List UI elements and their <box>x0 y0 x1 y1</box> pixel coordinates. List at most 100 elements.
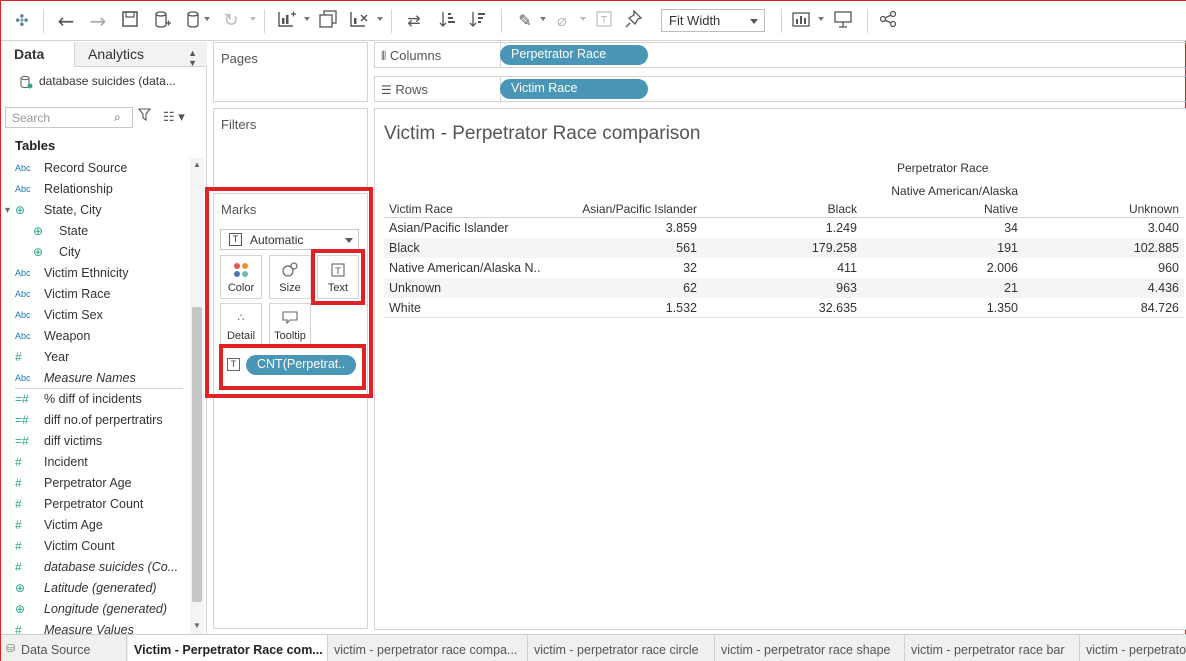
row-header[interactable]: Asian/Pacific Islander <box>389 221 509 235</box>
table-cell[interactable]: 32 <box>683 261 697 275</box>
label-icon[interactable]: T <box>593 10 615 32</box>
rows-pill[interactable]: Victim Race <box>500 79 648 99</box>
field-item[interactable]: ⊕ Longitude (generated) <box>1 599 187 620</box>
annotate-icon[interactable]: ⌀ <box>551 10 573 32</box>
sheet-tab[interactable]: victim - perpetrator race shape <box>715 635 905 661</box>
field-item[interactable]: Abc Victim Ethnicity <box>1 263 187 284</box>
detail-button[interactable]: ∴ Detail <box>220 303 262 347</box>
view-options-icon[interactable]: ☷ ▾ <box>163 109 185 125</box>
field-item[interactable]: # Victim Age <box>1 515 187 536</box>
field-item[interactable]: Abc Weapon <box>1 326 187 347</box>
columns-pill[interactable]: Perpetrator Race <box>500 45 648 65</box>
tab-data[interactable]: Data <box>1 42 74 67</box>
tableau-logo-icon[interactable]: ✣ <box>11 10 33 32</box>
pages-card[interactable]: Pages <box>213 42 368 102</box>
field-item[interactable]: Abc Relationship <box>1 179 187 200</box>
column-header[interactable]: Native American/Alaska <box>891 184 1018 198</box>
field-item[interactable]: # Perpetrator Count <box>1 494 187 515</box>
table-cell[interactable]: 411 <box>837 261 857 275</box>
table-cell[interactable]: 21 <box>1004 281 1018 295</box>
table-cell[interactable]: 2.006 <box>987 261 1018 275</box>
table-cell[interactable]: 4.436 <box>1148 281 1179 295</box>
table-cell[interactable]: 34 <box>1004 221 1018 235</box>
table-cell[interactable]: 32.635 <box>819 301 857 315</box>
pin-icon[interactable] <box>623 9 645 32</box>
clear-icon[interactable] <box>348 10 370 32</box>
presentation-icon[interactable] <box>832 10 854 32</box>
field-item[interactable]: Abc Record Source <box>1 158 187 179</box>
column-header[interactable]: Asian/Pacific Islander <box>582 202 697 216</box>
table-cell[interactable]: 62 <box>683 281 697 295</box>
table-cell[interactable]: 84.726 <box>1141 301 1179 315</box>
scroll-down-icon[interactable]: ▼ <box>193 621 201 630</box>
table-cell[interactable]: 179.258 <box>812 241 857 255</box>
row-header[interactable]: Unknown <box>389 281 441 295</box>
field-item[interactable]: =# % diff of incidents <box>1 389 187 410</box>
scroll-up-icon[interactable]: ▲ <box>193 160 201 169</box>
table-cell[interactable]: 102.885 <box>1134 241 1179 255</box>
table-cell[interactable]: 3.040 <box>1148 221 1179 235</box>
new-worksheet-icon[interactable] <box>276 10 298 32</box>
field-item[interactable]: ⊕ State, City ▾ <box>1 200 187 221</box>
mark-type-select[interactable]: T Automatic <box>220 229 359 250</box>
sheet-tab[interactable]: victim - perpetrato <box>1080 635 1186 661</box>
duplicate-icon[interactable] <box>317 10 339 32</box>
table-cell[interactable]: 1.350 <box>987 301 1018 315</box>
row-header[interactable]: Native American/Alaska N.. <box>389 261 540 275</box>
highlight-icon[interactable]: ✎ <box>514 10 536 32</box>
sort-asc-icon[interactable] <box>437 10 459 32</box>
field-item[interactable]: Abc Victim Race <box>1 284 187 305</box>
tab-analytics[interactable]: Analytics ▲ ▼ <box>74 42 207 68</box>
sheet-tab[interactable]: victim - perpetrator race bar <box>905 635 1080 661</box>
sheet-tab[interactable]: Victim - Perpetrator Race com... <box>128 635 328 661</box>
size-button[interactable]: Size <box>269 255 311 299</box>
tooltip-button[interactable]: Tooltip <box>269 303 311 347</box>
sheet-tab[interactable]: victim - perpetrator race circle <box>528 635 715 661</box>
field-item[interactable]: Abc Victim Sex <box>1 305 187 326</box>
column-header[interactable]: Unknown <box>1129 202 1179 216</box>
sort-desc-icon[interactable] <box>467 10 489 32</box>
column-header[interactable]: Black <box>828 202 857 216</box>
field-item[interactable]: =# diff victims <box>1 431 187 452</box>
field-item[interactable]: =# diff no.of perpertratirs <box>1 410 187 431</box>
table-cell[interactable]: 1.532 <box>666 301 697 315</box>
field-item[interactable]: ⊕ State <box>1 221 187 242</box>
filters-card[interactable]: Filters <box>213 108 368 188</box>
field-item[interactable]: Abc Measure Names <box>1 368 187 389</box>
field-item[interactable]: # Victim Count <box>1 536 187 557</box>
color-button[interactable]: Color <box>220 255 262 299</box>
sheet-tab[interactable]: victim - perpetrator race compa... <box>328 635 528 661</box>
swap-icon[interactable]: ⇄ <box>403 10 425 32</box>
field-item[interactable]: # Perpetrator Age <box>1 473 187 494</box>
filter-icon[interactable] <box>137 108 152 124</box>
field-item[interactable]: # database suicides (Co... <box>1 557 187 578</box>
save-icon[interactable] <box>119 10 141 32</box>
scrollbar-thumb[interactable] <box>192 307 202 602</box>
row-dimension-header[interactable]: Victim Race <box>389 202 453 216</box>
datasource-name[interactable]: database suicides (data... <box>39 74 219 88</box>
field-item[interactable]: ⊕ Latitude (generated) <box>1 578 187 599</box>
show-me-icon[interactable] <box>791 10 813 32</box>
rows-shelf[interactable]: ☰ Rows <box>374 76 1186 102</box>
table-cell[interactable]: 191 <box>997 241 1018 255</box>
row-header[interactable]: White <box>389 301 421 315</box>
undo-icon[interactable]: ← <box>55 10 77 32</box>
datasource-icon[interactable] <box>183 10 205 32</box>
fit-width-select[interactable]: Fit Width <box>661 9 765 32</box>
columns-shelf[interactable]: ⦀ Columns <box>374 42 1186 68</box>
collapse-icon[interactable]: ▾ <box>5 200 10 221</box>
table-cell[interactable]: 963 <box>836 281 857 295</box>
field-item[interactable]: # Incident <box>1 452 187 473</box>
table-cell[interactable]: 960 <box>1158 261 1179 275</box>
search-icon[interactable]: ⌕ <box>114 110 121 125</box>
row-header[interactable]: Black <box>389 241 420 255</box>
redo-icon[interactable]: → <box>87 10 109 32</box>
field-item[interactable]: ⊕ City <box>1 242 187 263</box>
data-source-tab[interactable]: ⛁ Data Source <box>1 635 127 661</box>
share-icon[interactable] <box>877 10 899 32</box>
table-cell[interactable]: 3.859 <box>666 221 697 235</box>
field-item[interactable]: # Year <box>1 347 187 368</box>
table-cell[interactable]: 1.249 <box>826 221 857 235</box>
new-datasource-icon[interactable] <box>151 10 173 32</box>
table-cell[interactable]: 561 <box>676 241 697 255</box>
